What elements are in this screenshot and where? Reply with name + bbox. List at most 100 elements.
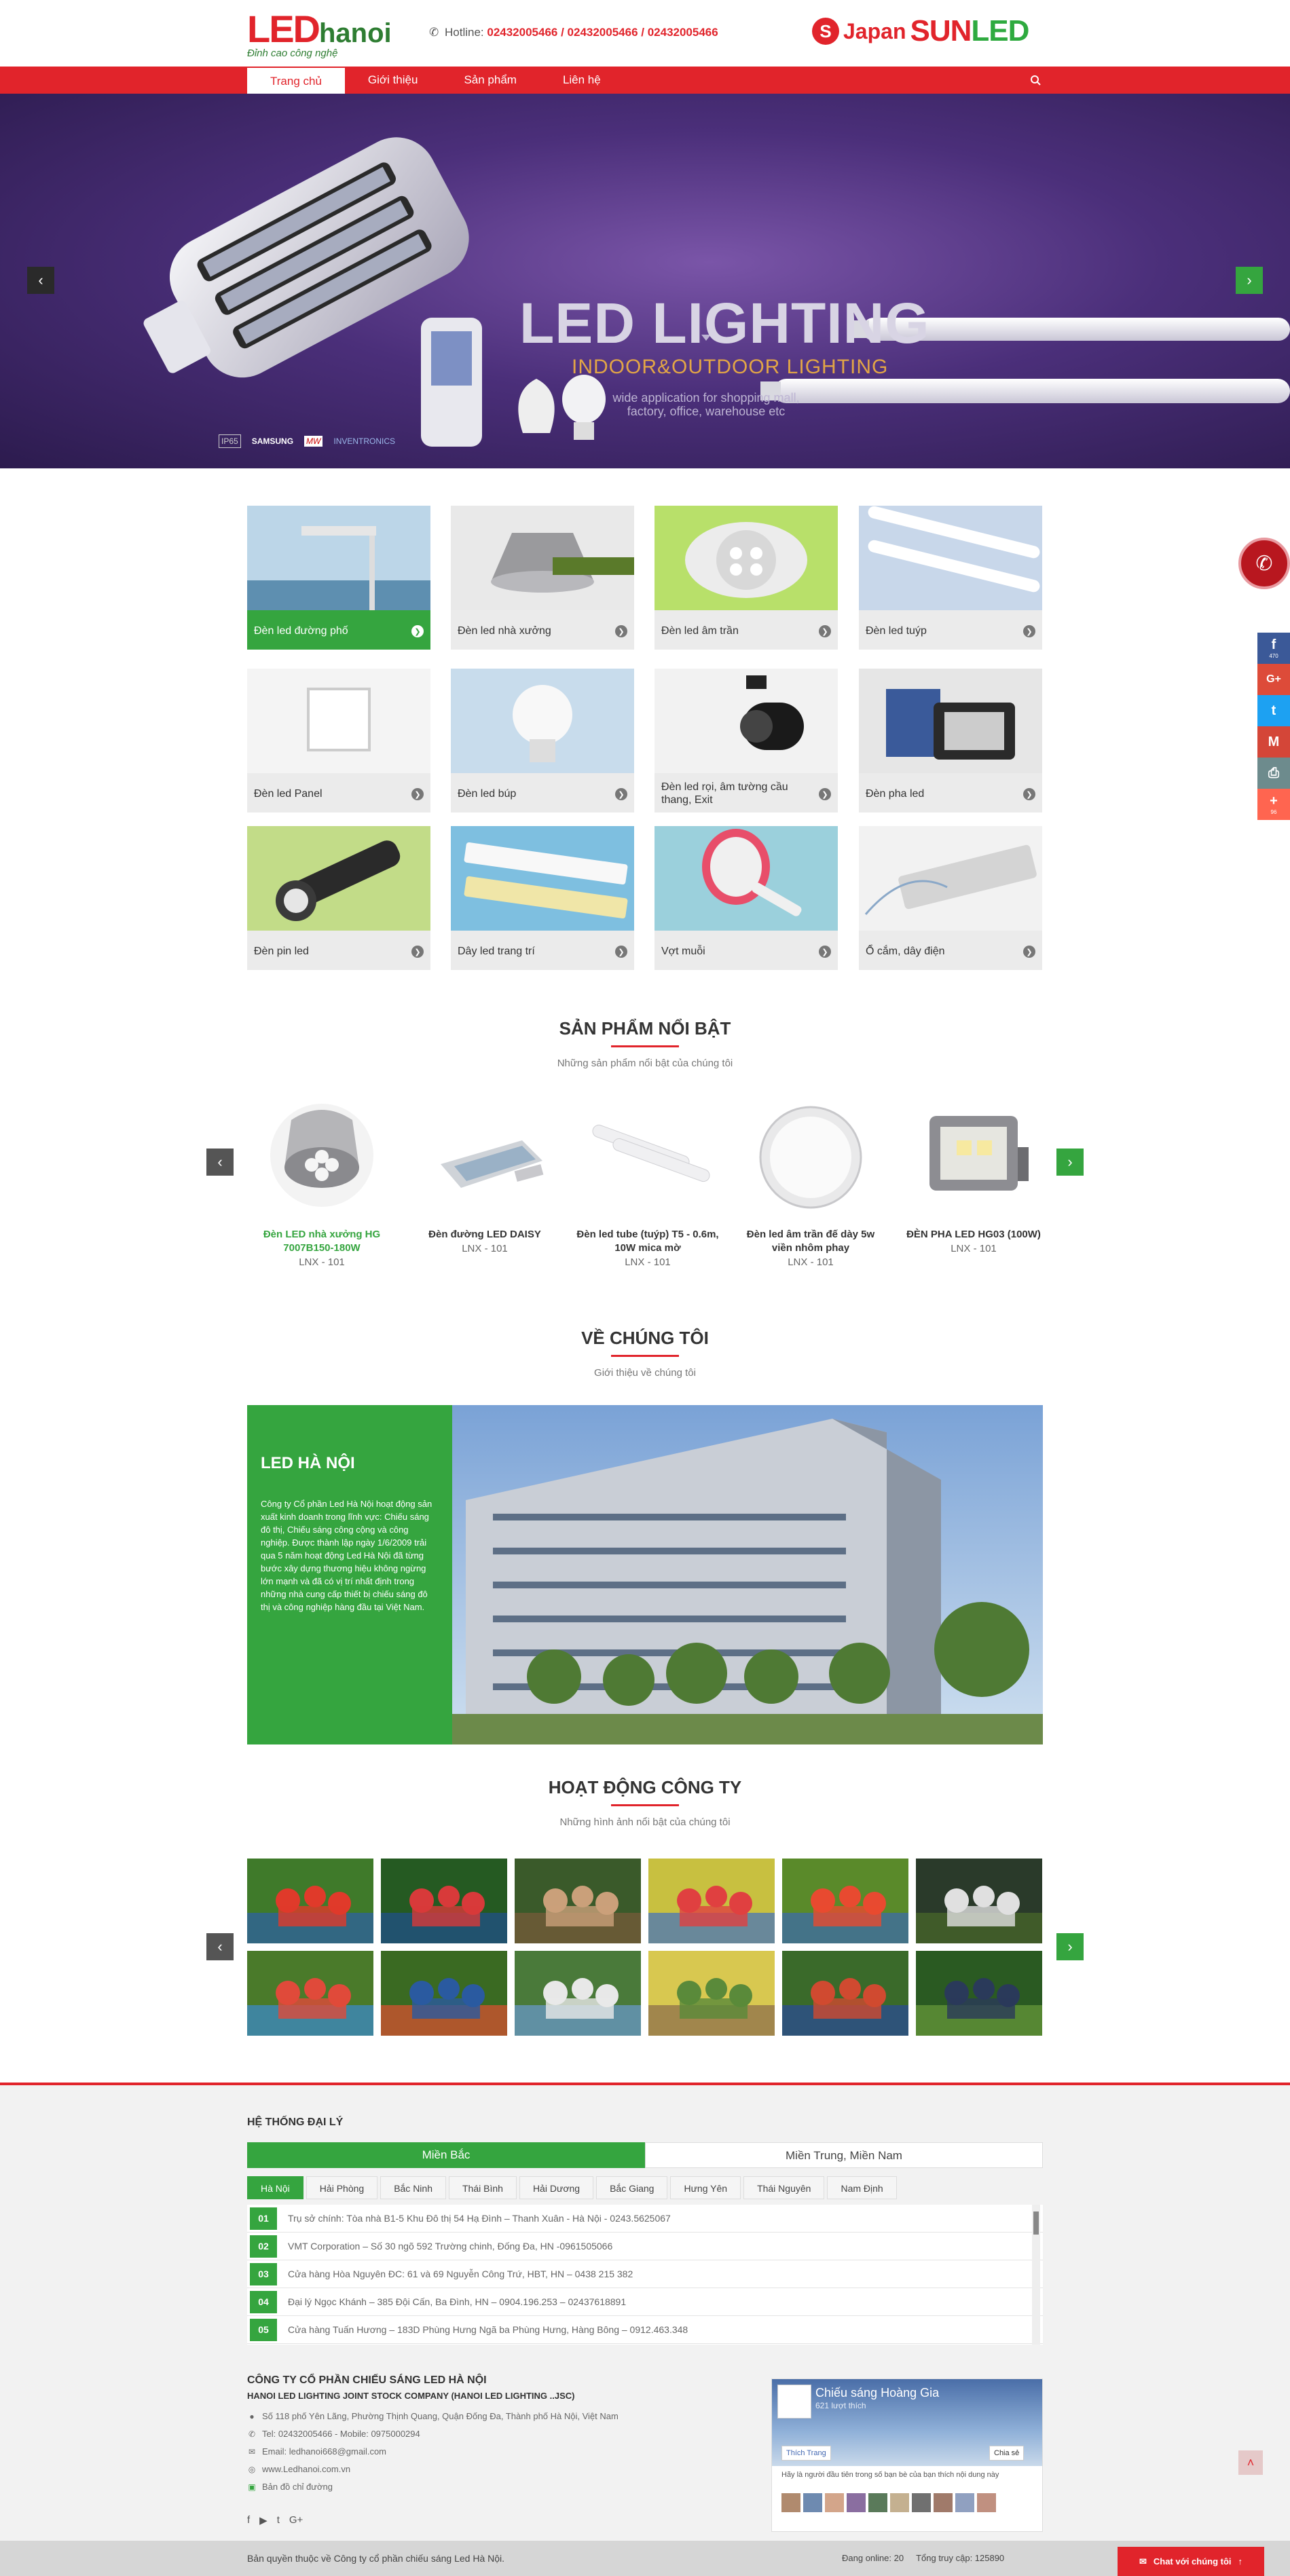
product-card[interactable]: ĐÈN PHA LED HG03 (100W) LNX - 101 [902,1100,1045,1254]
gallery-photo[interactable] [381,1859,507,1943]
gallery-photo[interactable] [782,1859,908,1943]
chevron-right-icon[interactable]: ❯ [615,946,627,958]
chevron-right-icon[interactable]: ❯ [411,788,424,800]
category-card[interactable]: Đèn led rọi, âm tường cầu thang, Exit ❯ [655,669,838,813]
gallery-photo[interactable] [782,1951,908,2036]
product-name[interactable]: Đèn đường LED DAISY [413,1228,556,1242]
chat-button[interactable]: ✉ Chat với chúng tôi ↑ [1118,2547,1264,2576]
gallery-photo[interactable] [648,1859,775,1943]
gallery-photo[interactable] [916,1859,1042,1943]
subtab-bac-giang[interactable]: Bắc Giang [596,2176,668,2199]
nav-item-products[interactable]: Sản phẩm [441,67,540,94]
product-code: LNX - 101 [625,1256,671,1268]
facebook-page-widget[interactable]: Chiếu sáng Hoàng Gia 621 lượt thích Thíc… [771,2378,1043,2532]
subtab-thai-binh[interactable]: Thái Bình [449,2176,517,2199]
subtab-hai-phong[interactable]: Hải Phòng [306,2176,378,2199]
tab-north[interactable]: Miền Bắc [247,2142,645,2168]
globe-icon: ◎ [248,2464,256,2474]
subtab-ha-noi[interactable]: Hà Nội [247,2176,303,2199]
subtab-thai-nguyen[interactable]: Thái Nguyên [743,2176,825,2199]
category-image [655,669,838,773]
chevron-right-icon[interactable]: ❯ [1023,788,1035,800]
gallery-photo[interactable] [247,1951,373,2036]
category-card[interactable]: Đèn led Panel ❯ [247,669,430,813]
chevron-right-icon[interactable]: ❯ [1023,946,1035,958]
google-plus-icon: G+ [1266,673,1281,685]
company-map-link[interactable]: ▣ Bản đồ chỉ đường [247,2482,333,2492]
gallery-photo[interactable] [381,1951,507,2036]
company-website[interactable]: ◎ www.Ledhanoi.com.vn [247,2464,350,2474]
featured-next-button[interactable]: › [1056,1149,1084,1176]
share-twitter-button[interactable]: t [1257,695,1290,726]
subtab-hai-duong[interactable]: Hải Dương [519,2176,594,2199]
call-button[interactable]: ✆ [1238,538,1290,589]
category-card[interactable]: Dây led trang trí ❯ [451,826,634,970]
category-image [451,669,634,773]
facebook-share-button[interactable]: Chia sẻ [989,2446,1025,2461]
facebook-icon[interactable]: f [247,2514,250,2526]
gallery-photo[interactable] [515,1951,641,2036]
banner-prev-button[interactable]: ‹ [27,267,54,294]
product-name[interactable]: Đèn led tube (tuýp) T5 - 0.6m, 10W mica … [576,1228,719,1255]
category-card[interactable]: Đèn led đường phố ❯ [247,506,430,650]
product-card[interactable]: Đèn đường LED DAISY LNX - 101 [413,1100,556,1254]
back-to-top-button[interactable]: ˄ [1238,2450,1263,2475]
product-card[interactable]: Đèn LED nhà xưởng HG 7007B150-180W LNX -… [251,1100,393,1268]
gallery-prev-button[interactable]: ‹ [206,1933,234,1960]
chevron-left-icon: ‹ [217,1938,223,1955]
product-name[interactable]: Đèn LED nhà xưởng HG 7007B150-180W [251,1228,393,1255]
facebook-page-name[interactable]: Chiếu sáng Hoàng Gia [815,2386,939,2400]
gallery-photo[interactable] [916,1951,1042,2036]
chevron-right-icon[interactable]: ❯ [411,946,424,958]
category-card[interactable]: Đèn led tuýp ❯ [859,506,1042,650]
nav-item-contact[interactable]: Liên hệ [540,67,624,94]
youtube-icon[interactable]: ▶ [259,2514,268,2526]
agency-list-scrollbar[interactable] [1032,2205,1040,2345]
share-gmail-button[interactable]: M [1257,726,1290,758]
product-card[interactable]: Đèn led âm trần đế dày 5w viền nhôm phay… [739,1100,882,1268]
nav-item-home[interactable]: Trang chủ [247,68,345,95]
total-visits: Tổng truy cập: 125890 [916,2553,1005,2563]
subtab-hung-yen[interactable]: Hưng Yên [670,2176,741,2199]
subtab-nam-dinh[interactable]: Nam Định [827,2176,897,2199]
category-card[interactable]: Đèn led búp ❯ [451,669,634,813]
category-card[interactable]: Vợt muỗi ❯ [655,826,838,970]
chevron-right-icon[interactable]: ❯ [1023,625,1035,637]
category-card[interactable]: Đèn led âm trần ❯ [655,506,838,650]
chevron-right-icon[interactable]: ❯ [615,625,627,637]
chevron-right-icon[interactable]: ❯ [615,788,627,800]
twitter-icon[interactable]: t [277,2514,280,2526]
company-email[interactable]: ✉ Email: ledhanoi668@gmail.com [247,2446,386,2457]
chevron-right-icon[interactable]: ❯ [819,946,831,958]
google-plus-icon[interactable]: G+ [289,2514,303,2526]
gallery-photo[interactable] [247,1859,373,1943]
product-card[interactable]: Đèn led tube (tuýp) T5 - 0.6m, 10W mica … [576,1100,719,1268]
hotline-numbers[interactable]: 02432005466 / 02432005466 / 02432005466 [487,26,718,39]
hotline: ✆ Hotline: 02432005466 / 02432005466 / 0… [429,26,718,39]
featured-prev-button[interactable]: ‹ [206,1149,234,1176]
tab-central-south[interactable]: Miền Trung, Miền Nam [645,2142,1043,2168]
share-google-button[interactable]: G+ [1257,664,1290,695]
share-print-button[interactable]: ⎙ [1257,758,1290,789]
company-tel: ✆ Tel: 02432005466 - Mobile: 0975000294 [248,2429,420,2439]
product-image [270,1104,373,1207]
nav-item-about[interactable]: Giới thiệu [345,67,441,94]
gallery-photo[interactable] [515,1859,641,1943]
subtab-bac-ninh[interactable]: Bắc Ninh [380,2176,446,2199]
gallery-next-button[interactable]: › [1056,1933,1084,1960]
category-card[interactable]: Ổ cắm, dây điện ❯ [859,826,1042,970]
search-icon[interactable] [1029,72,1046,88]
share-facebook-button[interactable]: f 470 [1257,633,1290,664]
share-more-button[interactable]: +96 [1257,789,1290,820]
facebook-like-button[interactable]: Thích Trang [781,2446,831,2461]
banner-next-button[interactable]: › [1236,267,1263,294]
category-card[interactable]: Đèn pin led ❯ [247,826,430,970]
gallery-photo[interactable] [648,1951,775,2036]
category-card[interactable]: Đèn led nhà xưởng ❯ [451,506,634,650]
chevron-right-icon[interactable]: ❯ [819,625,831,637]
product-name[interactable]: ĐÈN PHA LED HG03 (100W) [902,1228,1045,1242]
product-name[interactable]: Đèn led âm trần đế dày 5w viền nhôm phay [739,1228,882,1255]
chevron-right-icon[interactable]: ❯ [819,788,831,800]
category-card[interactable]: Đèn pha led ❯ [859,669,1042,813]
chevron-right-icon[interactable]: ❯ [411,625,424,637]
